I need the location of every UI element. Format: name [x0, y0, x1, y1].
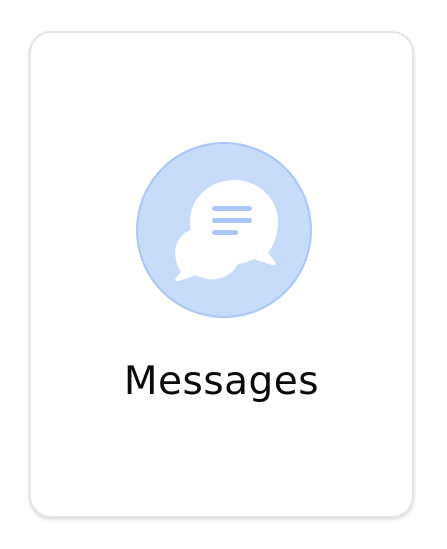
tile-label: Messages [123, 359, 320, 404]
messages-icon-circle [136, 142, 312, 318]
chat-bubbles-icon [175, 180, 278, 282]
app-screen: Messages [0, 0, 447, 549]
messages-tile[interactable]: Messages [29, 31, 414, 518]
